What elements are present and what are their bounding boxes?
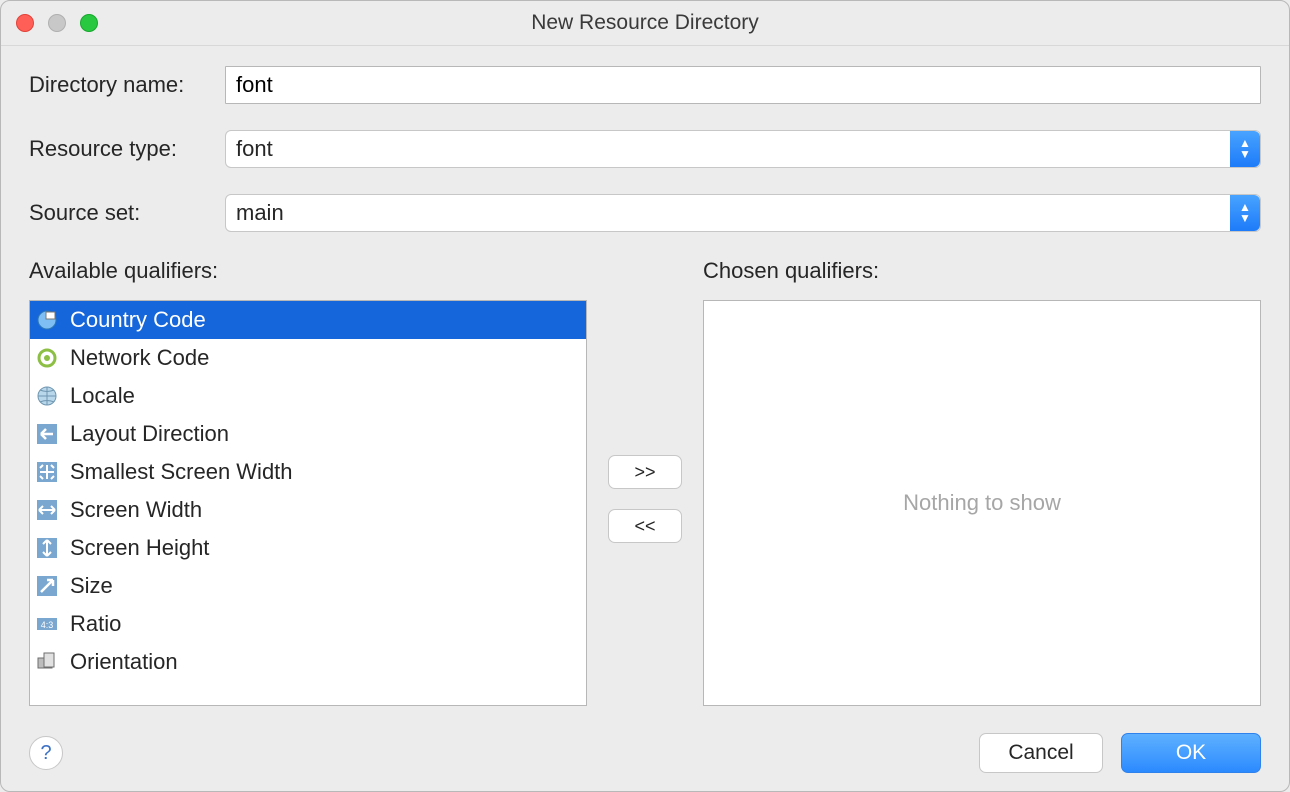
- titlebar: New Resource Directory: [1, 1, 1289, 46]
- close-window-button[interactable]: [16, 14, 34, 32]
- arrow-diag-icon: [34, 573, 60, 599]
- arrow-left-icon: [34, 421, 60, 447]
- qualifier-item-network-code[interactable]: Network Code: [30, 339, 586, 377]
- qualifier-item-locale[interactable]: Locale: [30, 377, 586, 415]
- resource-type-row: Resource type: font ▲ ▼: [29, 130, 1261, 168]
- qualifier-item-layout-dir[interactable]: Layout Direction: [30, 415, 586, 453]
- qualifier-item-screen-w[interactable]: Screen Width: [30, 491, 586, 529]
- resource-type-label: Resource type:: [29, 136, 225, 162]
- source-set-stepper[interactable]: ▲ ▼: [1230, 195, 1260, 231]
- help-button[interactable]: ?: [29, 736, 63, 770]
- zoom-window-button[interactable]: [80, 14, 98, 32]
- chosen-empty-text: Nothing to show: [903, 490, 1061, 516]
- add-qualifier-button[interactable]: >>: [608, 455, 682, 489]
- chosen-qualifiers-label: Chosen qualifiers:: [703, 258, 1261, 284]
- qualifier-item-label: Network Code: [70, 345, 209, 371]
- available-column: Available qualifiers: Country Code Networ…: [29, 258, 587, 706]
- directory-name-row: Directory name:: [29, 66, 1261, 104]
- caret-down-icon: ▼: [1239, 149, 1251, 160]
- dialog-content: Directory name: Resource type: font ▲ ▼ …: [1, 46, 1289, 710]
- qualifier-item-label: Orientation: [70, 649, 178, 675]
- caret-down-icon: ▼: [1239, 213, 1251, 224]
- dialog-footer: ? Cancel OK: [29, 733, 1261, 773]
- qualifier-item-label: Layout Direction: [70, 421, 229, 447]
- source-set-label: Source set:: [29, 200, 225, 226]
- window-title: New Resource Directory: [1, 11, 1289, 35]
- globe-icon: [34, 383, 60, 409]
- source-set-row: Source set: main ▲ ▼: [29, 194, 1261, 232]
- qualifier-item-size[interactable]: Size: [30, 567, 586, 605]
- window-controls: [1, 14, 98, 32]
- footer-buttons: Cancel OK: [979, 733, 1261, 773]
- qualifier-item-label: Size: [70, 573, 113, 599]
- source-set-value: main: [236, 200, 284, 226]
- transfer-buttons: >> <<: [605, 258, 685, 706]
- minimize-window-button[interactable]: [48, 14, 66, 32]
- qualifier-item-label: Locale: [70, 383, 135, 409]
- resource-type-select[interactable]: font ▲ ▼: [225, 130, 1261, 168]
- remove-qualifier-button[interactable]: <<: [608, 509, 682, 543]
- qualifier-item-label: Screen Width: [70, 497, 202, 523]
- arrows-h-icon: [34, 497, 60, 523]
- qualifier-item-country-code[interactable]: Country Code: [30, 301, 586, 339]
- network-icon: [34, 345, 60, 371]
- svg-text:4:3: 4:3: [41, 620, 54, 630]
- orientation-icon: [34, 649, 60, 675]
- qualifier-item-label: Screen Height: [70, 535, 209, 561]
- cancel-button[interactable]: Cancel: [979, 733, 1103, 773]
- qualifier-item-smallest-w[interactable]: Smallest Screen Width: [30, 453, 586, 491]
- qualifier-item-ratio[interactable]: 4:3 Ratio: [30, 605, 586, 643]
- qualifier-item-screen-h[interactable]: Screen Height: [30, 529, 586, 567]
- directory-name-input[interactable]: [225, 66, 1261, 104]
- available-qualifiers-label: Available qualifiers:: [29, 258, 587, 284]
- qualifier-item-orientation[interactable]: Orientation: [30, 643, 586, 681]
- source-set-select[interactable]: main ▲ ▼: [225, 194, 1261, 232]
- qualifier-item-label: Country Code: [70, 307, 206, 333]
- arrows-v-icon: [34, 535, 60, 561]
- ok-button[interactable]: OK: [1121, 733, 1261, 773]
- resource-type-stepper[interactable]: ▲ ▼: [1230, 131, 1260, 167]
- globe-flag-icon: [34, 307, 60, 333]
- qualifier-item-label: Ratio: [70, 611, 121, 637]
- chosen-column: Chosen qualifiers: Nothing to show: [703, 258, 1261, 706]
- directory-name-label: Directory name:: [29, 72, 225, 98]
- dialog-window: New Resource Directory Directory name: R…: [0, 0, 1290, 792]
- chosen-qualifiers-list[interactable]: Nothing to show: [703, 300, 1261, 706]
- qualifier-item-label: Smallest Screen Width: [70, 459, 293, 485]
- available-qualifiers-list[interactable]: Country Code Network Code Locale Layout Dir…: [29, 300, 587, 706]
- qualifiers-section: Available qualifiers: Country Code Networ…: [29, 258, 1261, 706]
- arrows-out-icon: [34, 459, 60, 485]
- resource-type-value: font: [236, 136, 273, 162]
- ratio-icon: 4:3: [34, 611, 60, 637]
